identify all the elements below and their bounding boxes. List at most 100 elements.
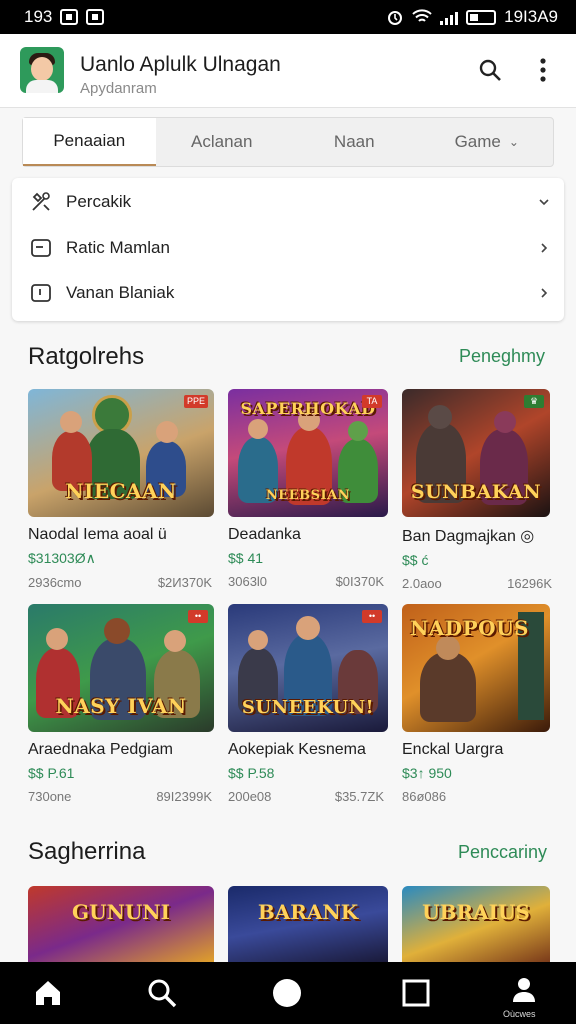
game-downloads: 200e08 xyxy=(228,789,272,804)
profile-label: Oùcwes xyxy=(503,1009,536,1019)
home-circle-icon[interactable] xyxy=(272,978,302,1008)
game-badge: TA xyxy=(362,395,382,408)
app-bar: Uanlo Aplulk Ulnagan Apydanram xyxy=(0,34,576,108)
game-title: Ban Dagmajkan ◎ xyxy=(402,528,535,545)
tab-label: Penaaian xyxy=(53,131,126,150)
game-banner-text: BARANK xyxy=(257,900,359,924)
game-size: $0I370K xyxy=(335,574,384,589)
menu-item-ratic-mamlan[interactable]: Ratic Mamlan xyxy=(12,226,564,270)
game-size: 89I2399K xyxy=(156,789,212,804)
media-icon xyxy=(31,239,51,257)
game-card[interactable]: NIECAAN РРЕ Naodal Iema aoal ü $31303Ø∧ … xyxy=(28,389,214,590)
tools-icon xyxy=(32,192,50,211)
menu-item-vanan-blaniak[interactable]: Vanan Blaniak xyxy=(12,271,564,315)
menu-item-label: Ratic Mamlan xyxy=(66,238,170,257)
game-card-partial[interactable]: BARANK xyxy=(228,886,388,962)
tab-game[interactable]: Game ⌄ xyxy=(421,118,554,166)
game-price: $$ 41 xyxy=(228,550,264,566)
game-badge: •• xyxy=(362,610,382,623)
game-card-partial[interactable]: UBRAIUS xyxy=(402,886,550,962)
section-title: Ratgolrehs xyxy=(28,343,145,370)
game-price: $3↑ 950 xyxy=(402,765,452,781)
chevron-down-icon xyxy=(539,199,549,206)
game-card[interactable]: NADPOUS Enckal Uargra $3↑ 950 86ø086 xyxy=(402,604,550,804)
game-thumbnail: SAPERHOKAD NEEBSIAN TA xyxy=(228,389,388,517)
tab-label: Naan xyxy=(333,132,375,151)
tab-naan[interactable]: Naan xyxy=(288,118,421,166)
game-title: Enckal Uargra xyxy=(402,741,504,758)
game-meta: 200e08 $35.7ZK xyxy=(228,789,384,804)
game-size: 16296K xyxy=(507,576,552,591)
tab-aclanan[interactable]: Aclanan xyxy=(156,118,289,166)
game-size: $35.7ZK xyxy=(334,789,384,804)
game-price: $$ ć xyxy=(402,552,429,568)
menu-item-label: Vanan Blaniak xyxy=(66,283,175,302)
menu-item-label: Percakik xyxy=(66,192,132,211)
game-downloads: 2936cmo xyxy=(28,575,82,590)
game-title: Naodal Iema aoal ü xyxy=(28,526,167,543)
game-price: $$ P.61 xyxy=(28,765,75,781)
game-banner-text: SUNEEKUN! xyxy=(241,697,375,718)
game-banner-text: SUNBAKAN xyxy=(410,481,542,503)
chevron-right-icon xyxy=(541,288,548,298)
game-title: Deadanka xyxy=(228,526,301,543)
game-banner-text: NEEBSIAN xyxy=(265,488,351,503)
game-banner-text: NADPOUS xyxy=(410,616,529,640)
game-downloads: 730one xyxy=(28,789,72,804)
game-badge: ♛ xyxy=(524,395,544,408)
wifi-icon xyxy=(412,9,432,22)
tab-label: Game xyxy=(454,132,501,151)
game-downloads: 2.0aoo xyxy=(402,576,442,591)
game-badge: •• xyxy=(188,610,208,623)
game-thumbnail: SUNBAKAN ♛ xyxy=(402,389,550,517)
game-card[interactable]: SUNEEKUN! •• Aokepiak Kesnema $$ P.58 20… xyxy=(228,604,388,804)
game-thumbnail: NIECAAN РРЕ xyxy=(28,389,214,517)
menu-card: Percakik Ratic Mamlan Vanan Blaniak xyxy=(12,178,564,321)
bottom-navigation: Oùcwes xyxy=(0,962,576,1024)
chevron-down-icon: ⌄ xyxy=(508,135,519,149)
game-thumbnail: SUNEEKUN! •• xyxy=(228,604,388,732)
game-downloads: 86ø086 xyxy=(402,789,447,804)
game-card[interactable]: NASY IVAN •• Araednaka Pedgiam $$ P.61 7… xyxy=(28,604,214,804)
game-card[interactable]: SUNBAKAN ♛ Ban Dagmajkan ◎ $$ ć 2.0aoo 16… xyxy=(402,389,552,591)
game-banner-text: UBRAIUS xyxy=(422,900,530,924)
search-icon[interactable] xyxy=(147,978,177,1008)
app-avatar-icon[interactable] xyxy=(20,47,64,93)
profile-icon[interactable] xyxy=(510,976,538,1004)
status-bar: 193 19I3A9 xyxy=(0,0,576,34)
alarm-icon xyxy=(388,11,403,25)
chevron-right-icon xyxy=(541,243,548,253)
battery-icon xyxy=(466,9,497,25)
menu-item-percakik[interactable]: Percakik xyxy=(12,180,564,224)
recent-apps-icon[interactable] xyxy=(401,978,431,1008)
category-tabs: Penaaian Aclanan Naan Game ⌄ xyxy=(22,117,554,167)
search-icon[interactable] xyxy=(478,58,502,82)
game-banner-text: GUNUNI xyxy=(72,900,170,924)
game-price: $$ P.58 xyxy=(228,765,275,781)
section-see-all-link[interactable]: Penccariny xyxy=(458,842,547,863)
game-badge: РРЕ xyxy=(183,395,208,408)
game-card[interactable]: SAPERHOKAD NEEBSIAN TA Deadanka $$ 41 30… xyxy=(228,389,388,589)
app-title: Uanlo Aplulk Ulnagan xyxy=(80,53,281,76)
game-meta: 2.0aoo 16296K xyxy=(402,576,552,591)
game-size: $2И370K xyxy=(157,575,212,590)
game-meta: 2936cmo $2И370K xyxy=(28,575,212,590)
game-card-partial[interactable]: GUNUNI xyxy=(28,886,214,962)
game-downloads: 3063l0 xyxy=(228,574,268,589)
game-meta: 730one 89I2399K xyxy=(28,789,212,804)
photo-notification-icon xyxy=(60,9,79,25)
status-clock: 19I3A9 xyxy=(504,7,558,26)
game-title: Aokepiak Kesnema xyxy=(228,741,366,758)
home-icon[interactable] xyxy=(33,978,63,1008)
tab-label: Aclanan xyxy=(191,132,253,151)
game-banner-text: NIECAAN xyxy=(65,479,177,503)
status-time: 193 xyxy=(24,7,53,26)
signal-icon xyxy=(440,10,459,25)
tab-penaaian[interactable]: Penaaian xyxy=(23,118,156,166)
more-options-icon[interactable] xyxy=(532,56,554,84)
game-meta: 86ø086 xyxy=(402,789,552,804)
game-banner-text: NASY IVAN xyxy=(55,694,187,718)
app-subtitle: Apydanram xyxy=(80,80,157,97)
section-see-all-link[interactable]: Peneghmy xyxy=(459,346,545,367)
game-thumbnail: NADPOUS xyxy=(402,604,550,732)
